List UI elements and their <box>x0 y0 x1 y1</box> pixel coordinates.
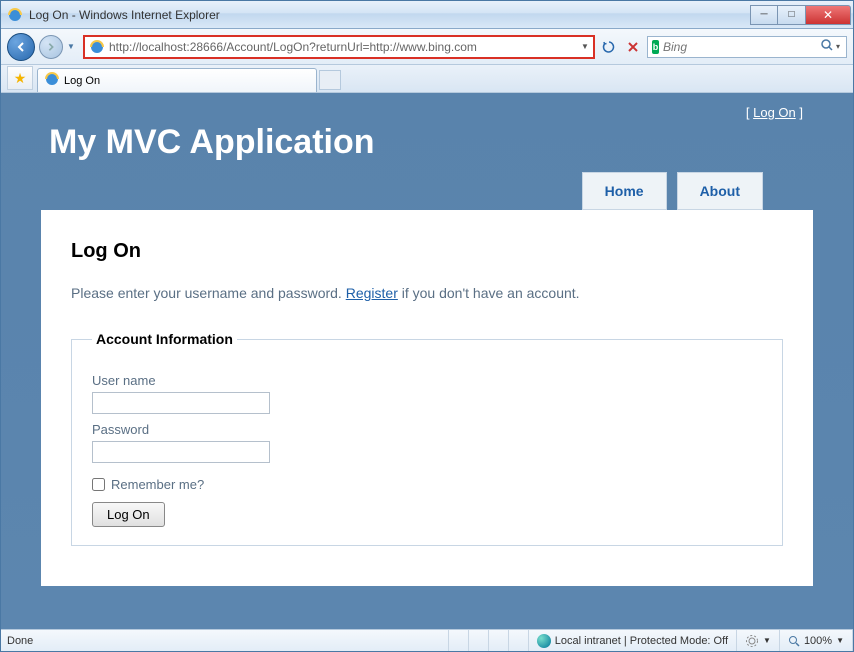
menu-about[interactable]: About <box>677 172 763 210</box>
window-title: Log On - Windows Internet Explorer <box>29 8 750 22</box>
account-fieldset: Account Information User name Password R… <box>71 331 783 546</box>
main-content: Log On Please enter your username and pa… <box>41 210 813 586</box>
address-dropdown[interactable]: ▼ <box>577 42 593 51</box>
arrow-left-icon <box>15 41 27 53</box>
remember-checkbox[interactable] <box>92 478 105 491</box>
username-label: User name <box>92 373 762 388</box>
tab-logon[interactable]: Log On <box>37 68 317 92</box>
nav-toolbar: ▼ ▼ b ▾ <box>1 29 853 65</box>
stop-button[interactable] <box>623 37 643 57</box>
logon-submit-button[interactable]: Log On <box>92 502 165 527</box>
star-icon: ★ <box>14 70 27 87</box>
refresh-button[interactable] <box>599 37 619 57</box>
register-link[interactable]: Register <box>346 285 398 301</box>
search-input[interactable] <box>663 40 820 54</box>
menu-home[interactable]: Home <box>582 172 667 210</box>
search-dropdown[interactable]: ▾ <box>834 42 842 51</box>
zoom-level: 100% <box>804 635 832 647</box>
remember-label: Remember me? <box>111 477 204 492</box>
status-sep4 <box>509 630 529 651</box>
globe-icon <box>537 634 551 648</box>
bing-icon: b <box>652 40 659 54</box>
page-icon <box>89 39 105 55</box>
address-bar[interactable]: ▼ <box>83 35 595 59</box>
url-input[interactable] <box>109 40 577 54</box>
status-sep3 <box>489 630 509 651</box>
zone-text: Local intranet | Protected Mode: Off <box>555 635 728 647</box>
page-content: [ Log On ] My MVC Application Home About… <box>1 93 853 626</box>
search-box[interactable]: b ▾ <box>647 36 847 58</box>
main-menu: Home About <box>41 172 813 210</box>
status-sep1 <box>449 630 469 651</box>
login-corner: [ Log On ] <box>746 105 803 120</box>
window-controls: ─ □ ✕ <box>750 5 851 25</box>
ie-icon <box>7 7 23 23</box>
minimize-button[interactable]: ─ <box>750 5 778 25</box>
instruction-text: Please enter your username and password.… <box>71 285 783 301</box>
new-tab-button[interactable] <box>319 70 341 90</box>
back-button[interactable] <box>7 33 35 61</box>
close-button[interactable]: ✕ <box>806 5 851 25</box>
forward-button[interactable] <box>39 35 63 59</box>
security-zone[interactable]: Local intranet | Protected Mode: Off <box>529 630 737 651</box>
zoom-icon <box>788 635 800 647</box>
tab-icon <box>44 71 60 90</box>
refresh-icon <box>602 40 616 54</box>
password-input[interactable] <box>92 441 270 463</box>
maximize-button[interactable]: □ <box>778 5 806 25</box>
stop-icon <box>627 41 639 53</box>
browser-window: Log On - Windows Internet Explorer ─ □ ✕… <box>0 0 854 652</box>
corner-logon-link[interactable]: Log On <box>753 105 796 120</box>
zoom-control[interactable]: 100% ▼ <box>780 630 853 651</box>
viewport[interactable]: [ Log On ] My MVC Application Home About… <box>1 93 853 629</box>
status-tool[interactable]: ▼ <box>737 630 780 651</box>
status-sep2 <box>469 630 489 651</box>
nav-history-dropdown[interactable]: ▼ <box>67 42 79 51</box>
fieldset-legend: Account Information <box>92 331 237 347</box>
gear-icon <box>745 634 759 648</box>
page-heading: Log On <box>71 240 783 263</box>
tab-title: Log On <box>64 75 100 87</box>
password-label: Password <box>92 422 762 437</box>
site-title: My MVC Application <box>41 105 813 172</box>
titlebar: Log On - Windows Internet Explorer ─ □ ✕ <box>1 1 853 29</box>
favorites-button[interactable]: ★ <box>7 66 33 90</box>
username-input[interactable] <box>92 392 270 414</box>
page-header: [ Log On ] My MVC Application Home About <box>1 93 853 210</box>
arrow-right-icon <box>46 42 56 52</box>
instruction-post: if you don't have an account. <box>398 285 580 301</box>
status-text: Done <box>1 630 449 651</box>
status-bar: Done Local intranet | Protected Mode: Of… <box>1 629 853 651</box>
tab-bar: ★ Log On <box>1 65 853 93</box>
remember-row[interactable]: Remember me? <box>92 477 762 492</box>
bracket-close: ] <box>796 105 803 120</box>
search-icon[interactable] <box>820 38 834 55</box>
instruction-pre: Please enter your username and password. <box>71 285 346 301</box>
